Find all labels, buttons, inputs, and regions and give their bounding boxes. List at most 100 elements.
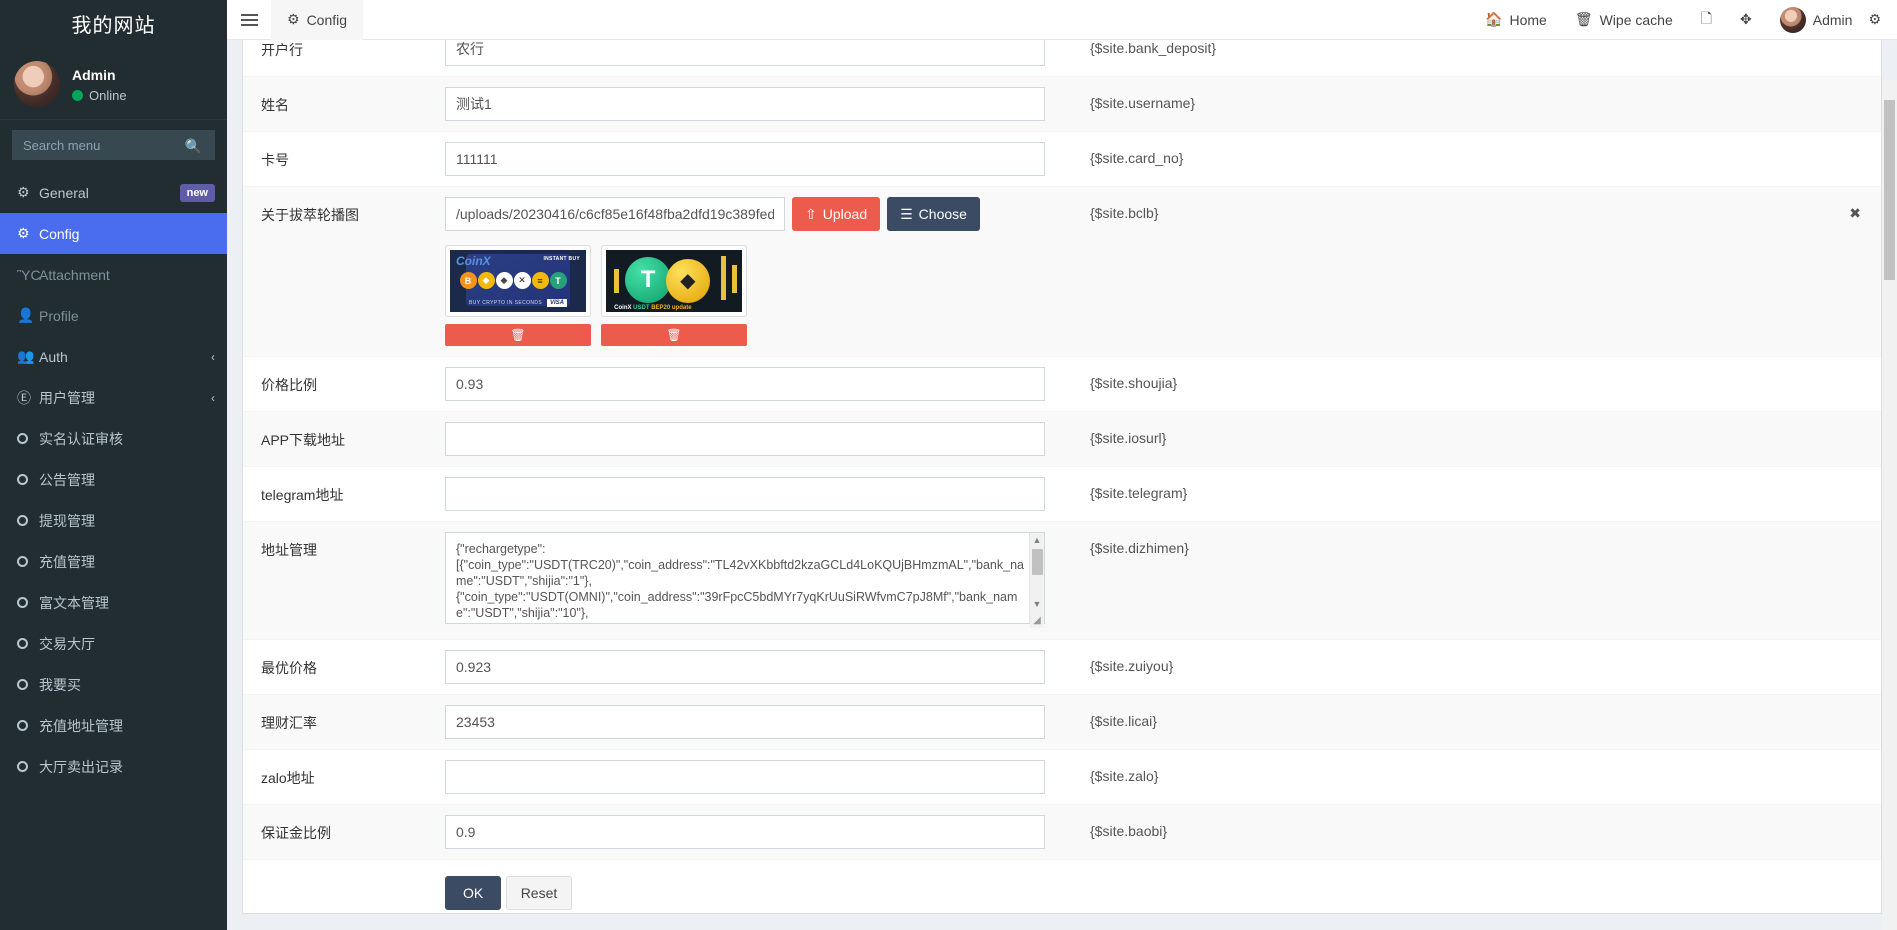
thumbnail-item: CoinX INSTANT BUY B ◆ ◆ ✕ ≡ T BUY CRYPTO IN SECO… <box>445 245 591 346</box>
sidebar-item-7[interactable]: 公告管理 <box>0 459 227 500</box>
sidebar-item-8[interactable]: 提现管理 <box>0 500 227 541</box>
online-status-dot <box>72 89 83 101</box>
chevron-up-icon[interactable]: ▲ <box>1030 533 1044 547</box>
circle-o-icon <box>17 760 28 772</box>
circle-o-icon <box>17 677 39 693</box>
page-scrollbar[interactable] <box>1882 80 1897 930</box>
user-menu[interactable]: Admin <box>1766 0 1867 40</box>
thumbnail-frame[interactable]: CoinX INSTANT BUY B ◆ ◆ ✕ ≡ T BUY CRYPTO IN SECO… <box>445 245 591 317</box>
sidebar-item-1[interactable]: ⚙ Config <box>0 213 227 254</box>
sidebar-search: 🔍 <box>0 120 227 172</box>
field-label: telegram地址 <box>261 487 344 503</box>
sidebar-item-0[interactable]: ⚙ General new <box>0 172 227 213</box>
visa-badge: VISA <box>546 299 567 308</box>
sidebar-item-10[interactable]: 富文本管理 <box>0 582 227 623</box>
text-input[interactable] <box>445 40 1045 66</box>
textarea-scrollbar-thumb[interactable] <box>1032 549 1043 575</box>
sidebar-user-panel: Admin Online <box>0 47 227 120</box>
upload-path-input[interactable] <box>445 197 785 231</box>
fullscreen-button[interactable]: ✥ <box>1726 0 1766 40</box>
tab-config[interactable]: ⚙ Config <box>271 0 364 40</box>
field-variable: {$site.iosurl} <box>1045 422 1869 446</box>
sidebar-item-6[interactable]: 实名认证审核 <box>0 418 227 459</box>
circle-o-icon <box>17 514 28 526</box>
field-variable-label: {$site.username} <box>1090 95 1196 111</box>
field-variable-label: {$site.iosurl} <box>1090 430 1167 446</box>
text-input[interactable] <box>445 87 1045 121</box>
sidebar-item-5[interactable]: Ⓔ 用户管理 ‹ <box>0 377 227 418</box>
upload-button[interactable]: ⇧ Upload <box>792 197 881 231</box>
sidebar-item-label: Config <box>39 225 80 242</box>
sidebar-toggle-button[interactable] <box>227 0 271 40</box>
field-label: 地址管理 <box>261 542 317 558</box>
thumbnail-frame[interactable]: T ◆ CoinX USDT BEP20 update <box>601 245 747 317</box>
banner-image-usdt-bep20: T ◆ CoinX USDT BEP20 update <box>606 250 742 312</box>
sidebar-item-14[interactable]: 大厅卖出记录 <box>0 746 227 787</box>
trash-icon: 🗑 <box>666 328 682 342</box>
sidebar-item-3[interactable]: 👤 Profile <box>0 295 227 336</box>
textarea-scrollbar[interactable]: ▲ ▼ <box>1029 533 1044 623</box>
sidebar-item-label: 我要买 <box>39 676 81 693</box>
field-label: 开户行 <box>261 42 303 58</box>
config-form: 开户行 {$site.bank_deposit} 姓名 {$site.username… <box>243 40 1881 860</box>
settings-button[interactable]: ⚙ <box>1866 0 1887 40</box>
field-control <box>445 40 1045 66</box>
text-input[interactable] <box>445 477 1045 511</box>
sidebar-item-label: 大厅卖出记录 <box>39 758 123 775</box>
reset-button[interactable]: Reset <box>505 876 573 910</box>
multitab-button[interactable]: 🗋 <box>1687 0 1726 40</box>
field-variable: {$site.bclb} ✖ <box>1045 197 1869 222</box>
sidebar-item-11[interactable]: 交易大厅 <box>0 623 227 664</box>
field-label: 保证金比例 <box>261 825 331 841</box>
field-variable-label: {$site.baobi} <box>1090 823 1168 839</box>
field-variable: {$site.shoujia} <box>1045 367 1869 391</box>
ok-button[interactable]: OK <box>445 876 502 910</box>
home-icon: 🏠 <box>1485 11 1503 27</box>
gears-icon: ⚙ <box>17 184 30 200</box>
text-input[interactable] <box>445 650 1045 684</box>
page-scrollbar-thumb[interactable] <box>1884 100 1895 280</box>
chevron-down-icon[interactable]: ▼ <box>1030 597 1044 611</box>
text-input[interactable] <box>445 142 1045 176</box>
wipe-cache-label: Wipe cache <box>1599 11 1673 28</box>
field-control <box>445 815 1045 849</box>
sidebar-item-2[interactable]: ὛC Attachment <box>0 254 227 295</box>
sidebar-item-12[interactable]: 我要买 <box>0 664 227 705</box>
form-row: 姓名 {$site.username} <box>243 77 1881 132</box>
circle-o-icon <box>17 555 28 567</box>
sidebar-item-13[interactable]: 充值地址管理 <box>0 705 227 746</box>
form-row: APP下载地址 {$site.iosurl} <box>243 412 1881 467</box>
text-input[interactable] <box>445 760 1045 794</box>
form-row: 卡号 {$site.card_no} <box>243 132 1881 187</box>
address-management-textarea[interactable] <box>445 532 1045 624</box>
text-input[interactable] <box>445 422 1045 456</box>
ethereum-icon: ◆ <box>495 272 513 290</box>
field-label: 卡号 <box>261 152 289 168</box>
search-icon[interactable]: 🔍 <box>179 135 208 157</box>
wipe-cache-button[interactable]: 🗑 Wipe cache <box>1561 0 1687 40</box>
circle-o-icon <box>17 678 28 690</box>
header-avatar <box>1779 6 1806 33</box>
top-header: ⚙ Config 🏠 Home 🗑 Wipe cache 🗋 ✥ Admin ⚙ <box>227 0 1897 40</box>
circle-o-icon <box>17 595 39 611</box>
text-input[interactable] <box>445 705 1045 739</box>
choose-button[interactable]: ☰ Choose <box>887 197 980 231</box>
trash-icon: 🗑 <box>510 328 526 342</box>
text-input[interactable] <box>445 815 1045 849</box>
banner-image-coinx-instant-buy: CoinX INSTANT BUY B ◆ ◆ ✕ ≡ T BUY CRYPTO IN SECO… <box>450 250 586 312</box>
delete-thumbnail-button[interactable]: 🗑 <box>601 324 747 346</box>
chevron-left-icon: ‹ <box>211 390 215 405</box>
choose-button-label: Choose <box>918 206 967 222</box>
sidebar-item-9[interactable]: 充值管理 <box>0 541 227 582</box>
textarea-resize-handle[interactable]: ◢ <box>1030 614 1044 628</box>
home-link[interactable]: 🏠 Home <box>1471 0 1561 40</box>
field-label: 姓名 <box>261 97 289 113</box>
close-icon[interactable]: ✖ <box>1849 205 1869 222</box>
delete-thumbnail-button[interactable]: 🗑 <box>445 324 591 346</box>
circle-o-icon <box>17 473 28 485</box>
sidebar-item-4[interactable]: 👥 Auth ‹ <box>0 336 227 377</box>
field-variable: {$site.telegram} <box>1045 477 1869 501</box>
sidebar-item-label: Attachment <box>39 266 110 283</box>
text-input[interactable] <box>445 367 1045 401</box>
chevron-left-icon: ‹ <box>211 349 215 364</box>
